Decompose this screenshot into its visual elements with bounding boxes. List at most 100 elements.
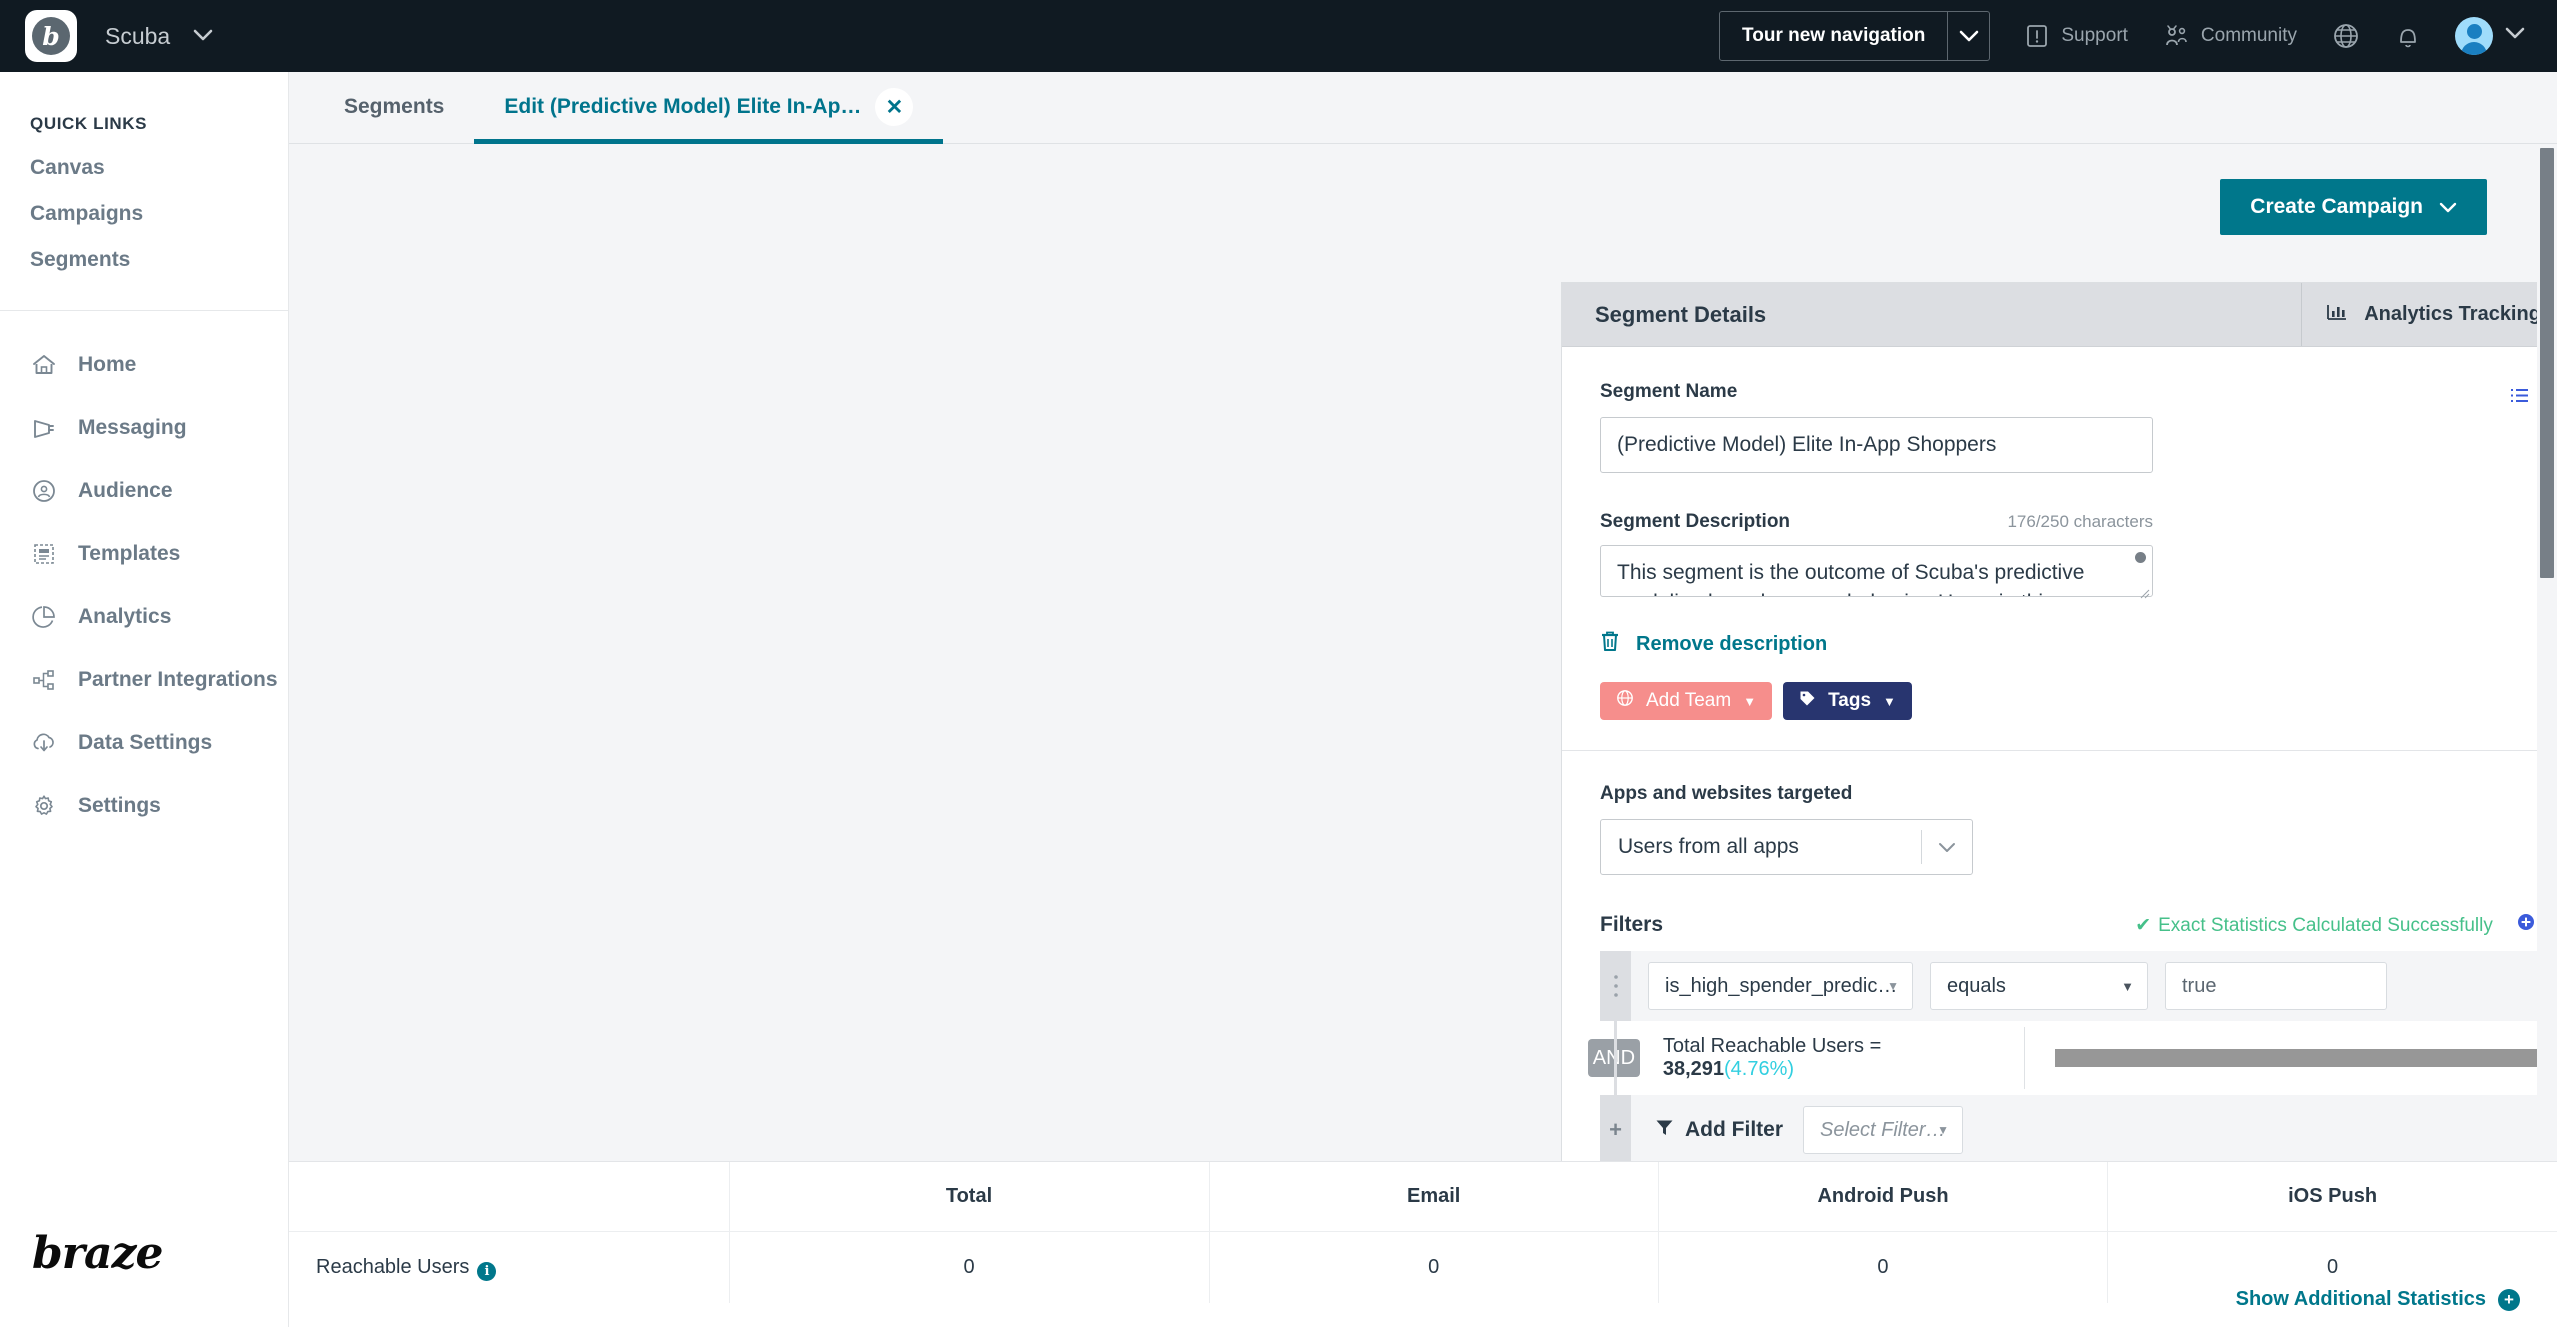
avatar (2455, 17, 2493, 55)
add-team-button[interactable]: Add Team ▼ (1600, 682, 1773, 720)
sidebar-item-settings[interactable]: Settings (30, 774, 288, 837)
analytics-tracking-control[interactable]: Analytics Tracking (2301, 283, 2557, 346)
filter-value-input[interactable] (2165, 962, 2387, 1010)
sidebar-item-data-settings[interactable]: Data Settings (30, 711, 288, 774)
plus-icon[interactable]: + (1600, 1095, 1631, 1161)
filter-operator-select[interactable]: equals ▼ (1930, 962, 2148, 1010)
total-reachable-users-text: Total Reachable Users = 38,291(4.76%) (1663, 1035, 1998, 1081)
segment-description-label: Segment Description (1600, 511, 1791, 532)
gear-icon (30, 792, 58, 820)
workspace-name-label: Scuba (105, 22, 171, 49)
page-content: Create Campaign Segment Details Analytic… (289, 144, 2557, 1161)
user-circle-icon (30, 477, 58, 505)
add-filter-label-group: Add Filter (1655, 1118, 1783, 1143)
language-selector[interactable] (2331, 21, 2361, 51)
sidebar-item-messaging[interactable]: Messaging (30, 396, 288, 459)
segment-description-wrapper (1600, 545, 2153, 602)
megaphone-icon (30, 414, 58, 442)
tab-label: Edit (Predictive Model) Elite In-Ap… (504, 95, 862, 118)
segment-name-label: Segment Name (1600, 381, 1738, 402)
select-filter-dropdown[interactable]: Select Filter… ▼ (1803, 1106, 1963, 1154)
sidebar-item-analytics[interactable]: Analytics (30, 585, 288, 648)
create-campaign-label: Create Campaign (2250, 195, 2423, 218)
filter-operator-value: equals (1947, 974, 2006, 997)
show-additional-statistics-link[interactable]: Show Additional Statistics + (2236, 1288, 2520, 1311)
tour-new-navigation-button[interactable]: Tour new navigation (1719, 11, 1991, 61)
column-header-ios-push: iOS Push (2107, 1162, 2557, 1232)
cell-total: 0 (728, 1231, 1209, 1303)
reach-count: 38,291 (1662, 1058, 1725, 1080)
cloud-download-icon (30, 729, 58, 757)
statistics-table: Total Email Android Push iOS Push Reacha… (289, 1162, 2557, 1303)
vertical-scrollbar[interactable] (2537, 144, 2557, 1161)
column-header-total: Total (728, 1162, 1209, 1232)
caret-down-icon: ▼ (1937, 1123, 1949, 1137)
template-icon (30, 540, 58, 568)
row-label-reachable-users: Reachable Users i (289, 1232, 729, 1304)
tab-segments[interactable]: Segments (314, 72, 474, 143)
create-campaign-button[interactable]: Create Campaign (2220, 179, 2487, 235)
quick-links-heading: QUICK LINKS (30, 114, 148, 133)
segment-details-card: Segment Details Analytics Tracking User … (1561, 282, 2557, 1161)
community-link[interactable]: Community (2162, 23, 2297, 49)
filters-header: Filters ✔ Exact Statistics Calculated Su… (1562, 913, 2557, 937)
sidebar-quick-link-campaigns[interactable]: Campaigns (30, 202, 288, 226)
info-icon[interactable]: i (477, 1262, 497, 1281)
bar-chart-icon (2326, 302, 2348, 328)
filter-row: is_high_spender_predic… ▼ equals ▼ OR (1600, 951, 2557, 1021)
segment-details-body: 0 Changes Since Last Viewed Segment Name… (1562, 347, 2557, 750)
close-icon[interactable]: ✕ (875, 88, 914, 126)
sidebar-item-label: Home (78, 352, 137, 376)
table-header-row: Total Email Android Push iOS Push (289, 1162, 2557, 1232)
bell-icon (2395, 22, 2421, 50)
left-sidebar: QUICK LINKS Canvas Campaigns Segments Ho… (0, 72, 289, 1327)
sidebar-item-audience[interactable]: Audience (30, 459, 288, 522)
apps-targeted-select[interactable]: Users from all apps (1600, 819, 1973, 875)
apps-targeted-label: Apps and websites targeted (1600, 783, 1853, 804)
sidebar-item-label: Templates (78, 541, 181, 565)
support-link[interactable]: Support (2024, 23, 2128, 49)
integrations-icon (30, 666, 58, 694)
pie-chart-icon (30, 603, 58, 631)
sidebar-quick-link-segments[interactable]: Segments (30, 248, 288, 272)
tags-button[interactable]: Tags ▼ (1783, 682, 1912, 720)
reach-prefix: Total Reachable Users = (1662, 1035, 1882, 1057)
apps-targeted-value: Users from all apps (1618, 835, 1799, 858)
tab-label: Segments (344, 95, 445, 118)
join-connector-line (1614, 1013, 1617, 1103)
sidebar-item-home[interactable]: Home (30, 333, 288, 396)
filter-attribute-select[interactable]: is_high_spender_predic… ▼ (1648, 962, 1913, 1010)
chevron-down-icon (1938, 837, 1956, 858)
workspace-selector[interactable]: Scuba (105, 23, 213, 50)
user-account-menu[interactable] (2455, 17, 2525, 55)
segment-details-title: Segment Details (1595, 301, 1767, 327)
support-label: Support (2061, 25, 2128, 46)
notifications-bell[interactable] (2395, 22, 2421, 50)
caret-down-icon: ▼ (2121, 978, 2134, 994)
add-team-label: Add Team (1646, 690, 1732, 711)
segment-description-textarea[interactable] (1600, 545, 2153, 597)
chevron-down-icon[interactable] (1947, 12, 1989, 60)
textarea-scrollbar[interactable] (2135, 552, 2146, 563)
sidebar-item-label: Analytics (78, 604, 172, 628)
tag-icon (1799, 690, 1816, 713)
cell-email: 0 (1208, 1231, 1659, 1303)
sidebar-item-label: Audience (78, 478, 173, 502)
sidebar-item-partner-integrations[interactable]: Partner Integrations (30, 648, 288, 711)
sidebar-quick-link-canvas[interactable]: Canvas (30, 156, 288, 180)
scrollbar-thumb[interactable] (2540, 148, 2554, 578)
drag-handle-icon[interactable] (1600, 951, 1631, 1021)
tags-label: Tags (1828, 690, 1872, 711)
check-icon: ✔ (2135, 915, 2152, 936)
remove-description-button[interactable]: Remove description (1600, 630, 2557, 658)
caret-down-icon: ▼ (1743, 693, 1757, 709)
plus-circle-icon: + (2498, 1288, 2520, 1311)
people-icon (2162, 23, 2190, 49)
team-tags-row: Add Team ▼ Tags ▼ (1600, 682, 2557, 750)
resize-grip-icon[interactable] (2138, 587, 2150, 599)
sidebar-item-templates[interactable]: Templates (30, 522, 288, 585)
tab-edit-segment[interactable]: Edit (Predictive Model) Elite In-Ap… ✕ (474, 72, 944, 144)
segment-name-input[interactable] (1600, 417, 2153, 473)
braze-logo-icon[interactable]: b (25, 10, 77, 62)
statistics-bar: Total Email Android Push iOS Push Reacha… (289, 1161, 2557, 1327)
